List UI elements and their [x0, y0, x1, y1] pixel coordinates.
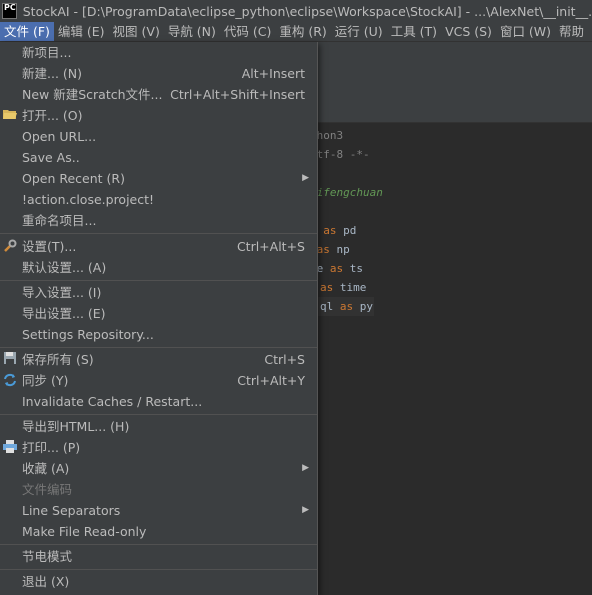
- menu-separator: [0, 414, 317, 415]
- menu-item-open-recent[interactable]: Open Recent (R) ▶: [0, 168, 317, 189]
- menu-item-open[interactable]: 打开... (O): [0, 105, 317, 126]
- folder-icon: [3, 108, 17, 122]
- menu-item-print[interactable]: 打印... (P): [0, 437, 317, 458]
- shortcut: Alt+Insert: [241, 66, 305, 81]
- menu-item-new-scratch[interactable]: New 新建Scratch文件... Ctrl+Alt+Shift+Insert: [0, 84, 317, 105]
- menu-item-default-settings[interactable]: 默认设置... (A): [0, 257, 317, 278]
- menu-item-invalidate-caches[interactable]: Invalidate Caches / Restart...: [0, 391, 317, 412]
- menu-file[interactable]: 文件 (F): [0, 22, 54, 41]
- menu-item-close-project[interactable]: !action.close.project!: [0, 189, 317, 210]
- menu-vcs[interactable]: VCS (S): [441, 22, 496, 41]
- menu-bar: 文件 (F) 编辑 (E) 视图 (V) 导航 (N) 代码 (C) 重构 (R…: [0, 22, 592, 42]
- menu-code[interactable]: 代码 (C): [220, 22, 275, 41]
- shortcut: Ctrl+Alt+S: [236, 239, 305, 254]
- menu-navigate[interactable]: 导航 (N): [164, 22, 220, 41]
- submenu-arrow-icon: ▶: [302, 463, 309, 473]
- menu-item-open-url[interactable]: Open URL...: [0, 126, 317, 147]
- code-line-2: utf-8 -*-: [310, 148, 370, 161]
- sync-icon: [3, 373, 17, 387]
- wrench-icon: [3, 239, 17, 253]
- file-menu-dropdown: 新项目... 新建... (N) Alt+Insert New 新建Scratc…: [0, 42, 318, 595]
- menu-item-save-as[interactable]: Save As..: [0, 147, 317, 168]
- menu-item-exit[interactable]: 退出 (X): [0, 571, 317, 592]
- menu-help[interactable]: 帮助: [555, 22, 588, 41]
- menu-item-new-project[interactable]: 新项目...: [0, 42, 317, 63]
- printer-icon: [3, 440, 17, 454]
- submenu-arrow-icon: ▶: [302, 173, 309, 183]
- title-bar: PC StockAI - [D:\ProgramData\eclipse_pyt…: [0, 0, 592, 22]
- submenu-arrow-icon: ▶: [302, 505, 309, 515]
- menu-item-line-separators[interactable]: Line Separators ▶: [0, 500, 317, 521]
- menu-separator: [0, 280, 317, 281]
- floppy-disk-icon: [3, 352, 17, 366]
- menu-item-save-all[interactable]: 保存所有 (S) Ctrl+S: [0, 349, 317, 370]
- shortcut: Ctrl+Alt+Shift+Insert: [170, 87, 305, 102]
- menu-item-file-encoding: 文件编码: [22, 482, 73, 497]
- menu-separator: [0, 544, 317, 545]
- menu-edit[interactable]: 编辑 (E): [54, 22, 109, 41]
- menu-item-favorites[interactable]: 收藏 (A) ▶: [0, 458, 317, 479]
- menu-tools[interactable]: 工具 (T): [387, 22, 441, 41]
- shortcut: Ctrl+Alt+Y: [237, 373, 305, 388]
- menu-item-settings[interactable]: 设置(T)... Ctrl+Alt+S: [0, 236, 317, 257]
- menu-item-rename-project[interactable]: 重命名项目...: [0, 210, 317, 231]
- menu-view[interactable]: 视图 (V): [109, 22, 164, 41]
- menu-run[interactable]: 运行 (U): [331, 22, 387, 41]
- menu-window[interactable]: 窗口 (W): [496, 22, 555, 41]
- menu-separator: [0, 569, 317, 570]
- menu-refactor[interactable]: 重构 (R): [275, 22, 330, 41]
- code-line-7: as time: [320, 281, 367, 294]
- code-line-3: eifengchuan: [310, 186, 383, 199]
- menu-item-power-save-mode[interactable]: 节电模式: [0, 546, 317, 567]
- code-line-8: ql as py: [320, 300, 373, 313]
- menu-item-sync[interactable]: 同步 (Y) Ctrl+Alt+Y: [0, 370, 317, 391]
- menu-item-make-read-only[interactable]: Make File Read-only: [0, 521, 317, 542]
- menu-item-settings-repository[interactable]: Settings Repository...: [0, 324, 317, 345]
- window-title: StockAI - [D:\ProgramData\eclipse_python…: [22, 3, 592, 19]
- menu-separator: [0, 233, 317, 234]
- menu-item-export-html[interactable]: 导出到HTML... (H): [0, 416, 317, 437]
- menu-item-import-settings[interactable]: 导入设置... (I): [0, 282, 317, 303]
- shortcut: Ctrl+S: [264, 352, 305, 367]
- menu-item-export-settings[interactable]: 导出设置... (E): [0, 303, 317, 324]
- menu-item-new[interactable]: 新建... (N) Alt+Insert: [0, 63, 317, 84]
- pycharm-app-icon[interactable]: PC: [2, 3, 17, 19]
- menu-separator: [0, 347, 317, 348]
